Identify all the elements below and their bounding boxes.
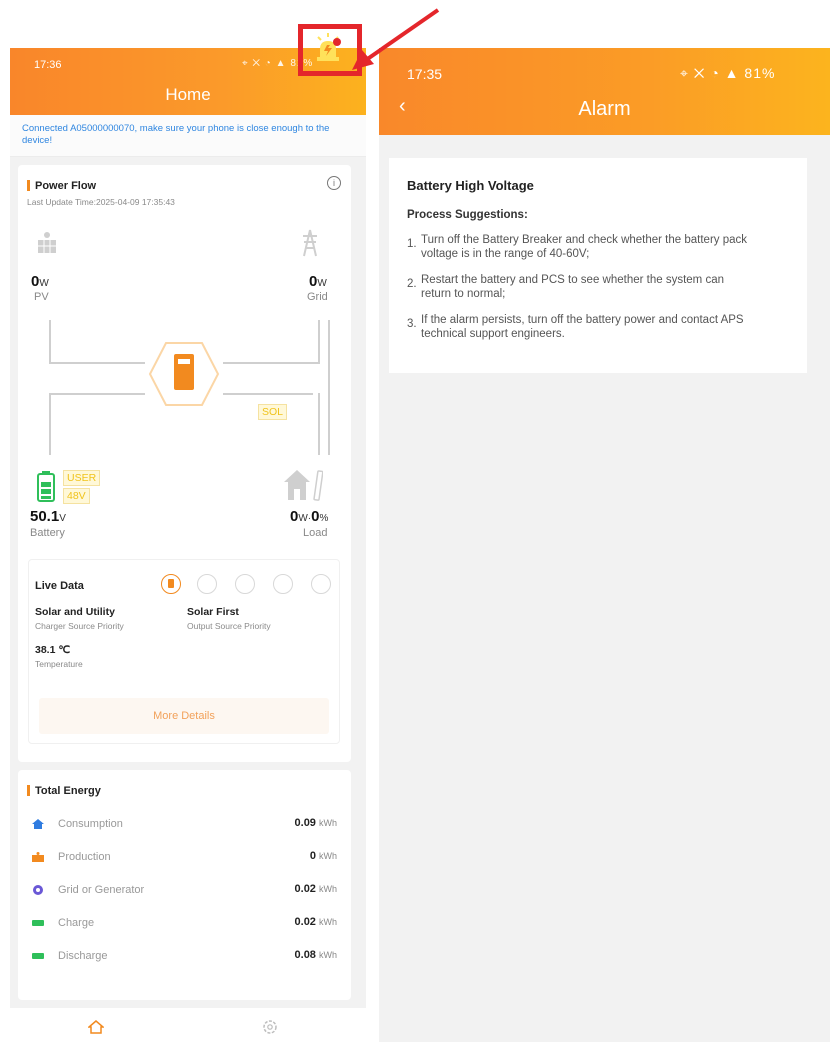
solar-panel-icon bbox=[32, 852, 44, 862]
energy-row-production: Production 0 kWh bbox=[32, 849, 337, 869]
pv-power: 0W bbox=[31, 273, 49, 290]
nav-home-icon[interactable] bbox=[88, 1020, 104, 1034]
bottom-nav bbox=[10, 1008, 366, 1042]
output-priority-value: Solar First bbox=[187, 606, 239, 618]
flow-line bbox=[223, 393, 313, 395]
power-flow-title: Power Flow bbox=[35, 180, 97, 192]
temperature-label: Temperature bbox=[35, 659, 83, 669]
flow-line bbox=[318, 320, 320, 364]
grid-power: 0W bbox=[309, 273, 327, 290]
energy-row-consumption: Consumption 0.09 kWh bbox=[32, 816, 337, 836]
more-details-button[interactable]: More Details bbox=[39, 698, 329, 734]
suggestion-item: 1. Turn off the Battery Breaker and chec… bbox=[407, 234, 748, 260]
nav-settings-icon[interactable] bbox=[262, 1019, 278, 1035]
load-label: Load bbox=[303, 527, 328, 539]
charger-priority-label: Charger Source Priority bbox=[35, 621, 124, 631]
battery-type-tag: USER bbox=[63, 470, 101, 486]
load-tab-icon[interactable] bbox=[273, 574, 293, 594]
energy-row-discharge: Discharge 0.08 kWh bbox=[32, 948, 337, 968]
inverter-icon bbox=[148, 342, 220, 406]
live-data-panel: Live Data Solar and Utility Charger Sour… bbox=[28, 559, 340, 744]
alarm-name: Battery High Voltage bbox=[407, 178, 534, 193]
status-time: 17:36 bbox=[34, 59, 62, 71]
pv-label: PV bbox=[34, 291, 49, 303]
alarm-bell-icon[interactable] bbox=[313, 32, 343, 62]
flow-line bbox=[328, 320, 330, 455]
output-priority-label: Output Source Priority bbox=[187, 621, 271, 631]
power-flow-card: Power Flow Last Update Time:2025-04-09 1… bbox=[18, 165, 351, 762]
grid-tab-icon[interactable] bbox=[311, 574, 331, 594]
energy-row-charge: Charge 0.02 kWh bbox=[32, 915, 337, 935]
flow-line bbox=[223, 362, 319, 364]
solar-panel-icon bbox=[38, 232, 56, 253]
grid-icon bbox=[33, 885, 43, 895]
flow-line bbox=[318, 393, 320, 455]
battery-icon bbox=[37, 471, 55, 502]
alarm-header: 17:35 ⌖ ✕ ◔ ▲ 81% ‹ Alarm bbox=[379, 48, 830, 135]
page-title: Alarm bbox=[578, 98, 631, 120]
temperature-value: 38.1 ℃ bbox=[35, 644, 71, 656]
inverter-tab-icon[interactable] bbox=[161, 574, 181, 594]
last-update-time: Last Update Time:2025-04-09 17:35:43 bbox=[27, 197, 175, 207]
flow-line bbox=[49, 320, 51, 364]
charger-priority-value: Solar and Utility bbox=[35, 606, 115, 618]
section-marker bbox=[27, 180, 30, 191]
page-title: Home bbox=[165, 85, 211, 104]
suggestion-item: 3. If the alarm persists, turn off the b… bbox=[407, 314, 744, 340]
status-battery: 81% bbox=[744, 65, 776, 81]
pv-tab-icon[interactable] bbox=[197, 574, 217, 594]
info-icon[interactable]: i bbox=[327, 176, 341, 190]
live-data-title: Live Data bbox=[35, 580, 84, 592]
flow-line bbox=[49, 362, 145, 364]
section-marker bbox=[27, 785, 30, 796]
alarm-screen: 17:35 ⌖ ✕ ◔ ▲ 81% ‹ Alarm Battery High V… bbox=[379, 48, 830, 1042]
total-energy-card: Total Energy Consumption 0.09 kWh Produc… bbox=[18, 770, 351, 1000]
battery-voltage: 50.1V bbox=[30, 508, 66, 525]
status-time: 17:35 bbox=[407, 66, 443, 82]
battery-discharge-icon bbox=[32, 953, 44, 959]
grid-tower-icon bbox=[303, 229, 317, 257]
total-energy-title: Total Energy bbox=[35, 785, 101, 797]
home-icon bbox=[32, 819, 44, 829]
status-icons: ⌖ ✕ ◔ ▲ 81% bbox=[680, 65, 776, 81]
battery-charge-icon bbox=[32, 920, 44, 926]
house-icon bbox=[284, 470, 323, 501]
connection-banner: Connected A05000000070, make sure your p… bbox=[10, 115, 366, 157]
battery-label: Battery bbox=[30, 527, 65, 539]
flow-line bbox=[49, 393, 51, 455]
battery-tab-icon[interactable] bbox=[235, 574, 255, 594]
energy-row-grid: Grid or Generator 0.02 kWh bbox=[32, 882, 337, 902]
home-screen: 17:36 ⌖ ✕ ◔ ▲ 81% Home Connected A050000… bbox=[10, 48, 366, 1042]
load-power: 0W·0% bbox=[290, 508, 329, 525]
suggestion-item: 2. Restart the battery and PCS to see wh… bbox=[407, 274, 724, 300]
suggestions-heading: Process Suggestions: bbox=[407, 209, 528, 221]
flow-line bbox=[49, 393, 145, 395]
grid-label: Grid bbox=[307, 291, 328, 303]
battery-voltage-tag: 48V bbox=[63, 488, 90, 504]
alarm-detail-card: Battery High Voltage Process Suggestions… bbox=[389, 158, 807, 373]
sol-tag: SOL bbox=[258, 404, 288, 420]
